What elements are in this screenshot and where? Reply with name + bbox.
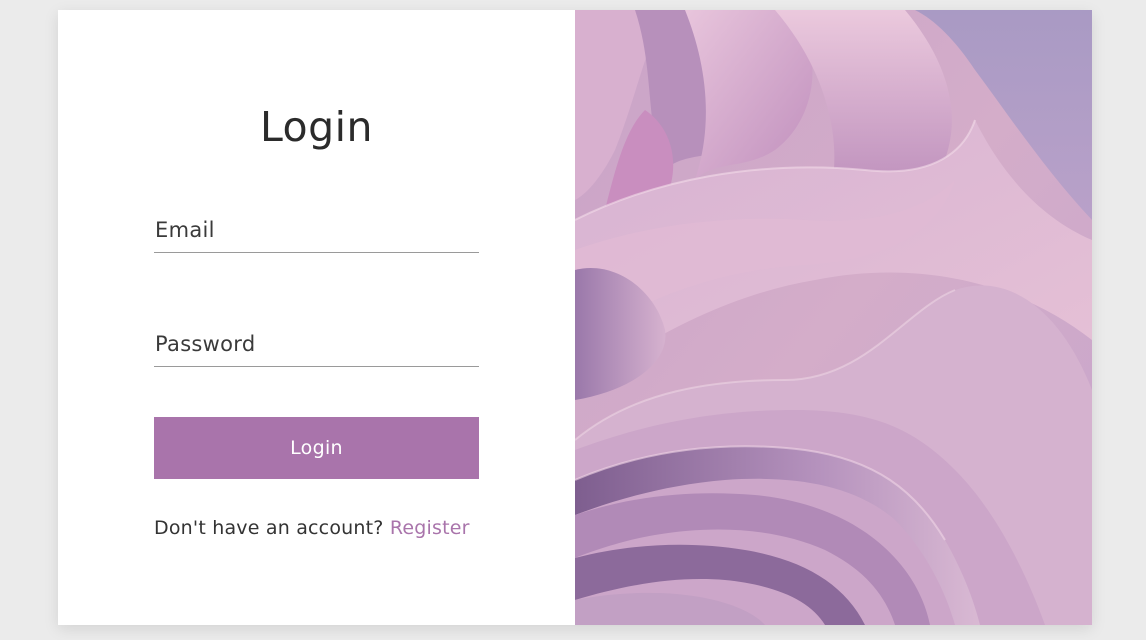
password-field[interactable]: [154, 322, 479, 366]
page-title: Login: [259, 103, 374, 151]
email-field-wrapper: [154, 208, 479, 253]
login-card: Login Login Don't have an account? Regis…: [58, 10, 1092, 625]
abstract-pink-waves-image: [575, 10, 1092, 625]
password-field-wrapper: [154, 322, 479, 367]
register-prompt-line: Don't have an account? Register: [154, 515, 494, 541]
login-button[interactable]: Login: [154, 417, 479, 479]
register-link[interactable]: Register: [390, 517, 470, 539]
email-field[interactable]: [154, 208, 479, 252]
login-form-panel: Login Login Don't have an account? Regis…: [58, 10, 575, 625]
register-prompt-text: Don't have an account?: [154, 517, 384, 539]
